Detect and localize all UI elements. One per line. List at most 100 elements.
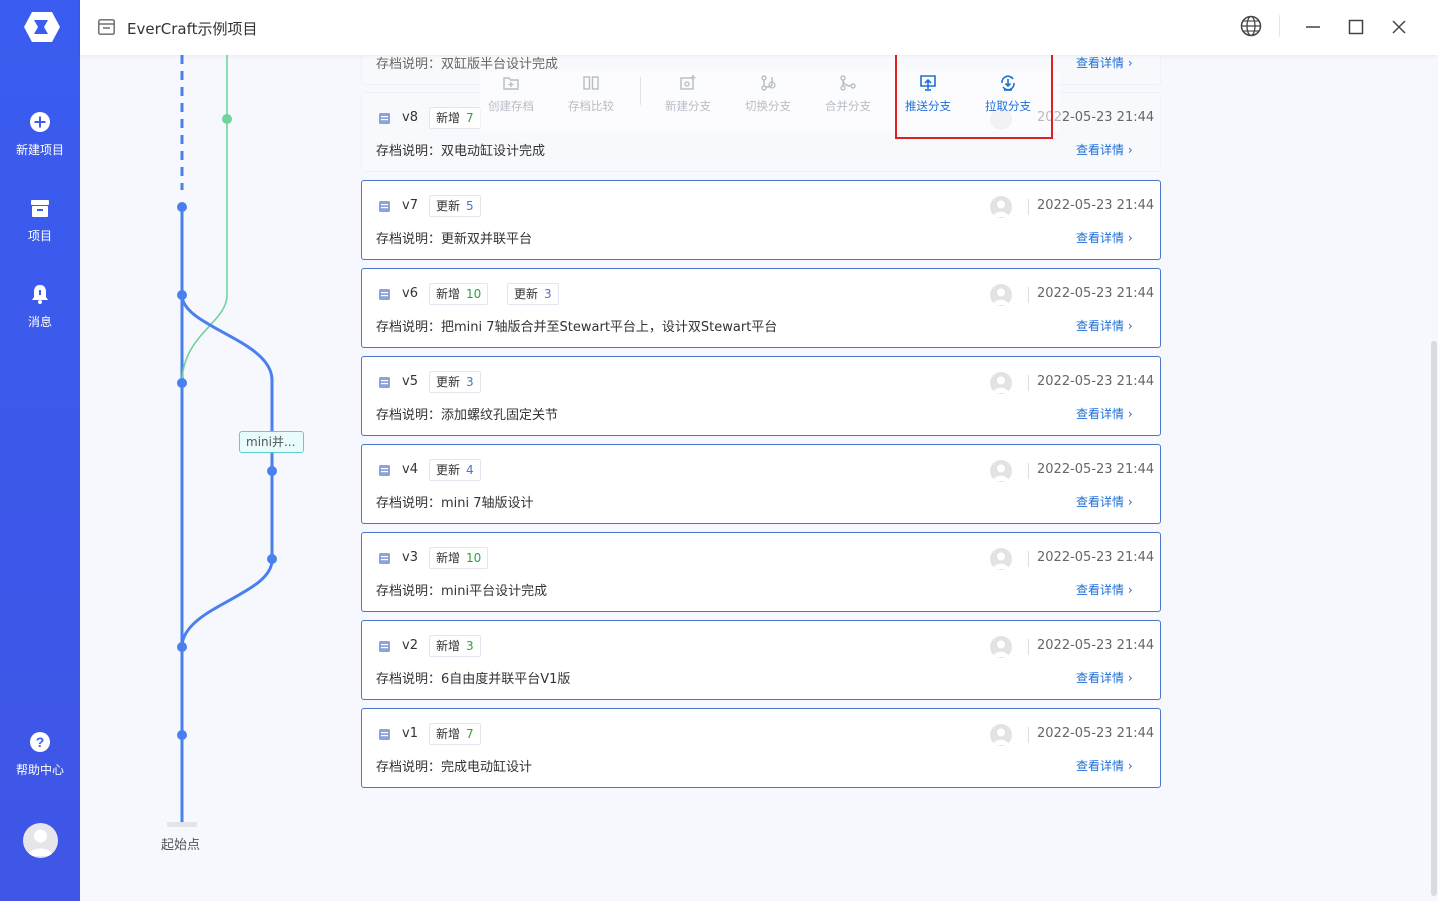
view-details-link[interactable]: 查看详情 › [1076, 581, 1133, 598]
sidebar-item-label: 新建项目 [15, 143, 64, 157]
graph-side-branch [181, 55, 228, 384]
divider [1028, 551, 1029, 567]
tag-updated: 更新 5 [429, 195, 481, 217]
sidebar-item-messages[interactable]: 消息 [0, 283, 80, 330]
sidebar-item-label: 项目 [27, 229, 52, 243]
graph-node [267, 554, 277, 564]
author-avatar [990, 460, 1012, 482]
archive-card-v7[interactable]: v7 更新 5 2022-05-23 21:44 存档说明：更新双并联平台 查看详… [361, 180, 1161, 260]
switch-branch-icon [761, 75, 776, 91]
author-avatar [990, 196, 1012, 218]
view-details-link[interactable]: 查看详情 › [1076, 757, 1133, 774]
folder-plus-icon [503, 77, 519, 90]
svg-text:?: ? [36, 734, 45, 750]
author-avatar [990, 372, 1012, 394]
archive-desc: 存档说明：mini平台设计完成 [376, 584, 548, 599]
view-details-link[interactable]: 查看详情 › [1076, 55, 1133, 71]
archive-desc: 存档说明：双电动缸设计完成 [376, 144, 546, 159]
divider [1028, 199, 1029, 215]
archive-card-v3[interactable]: v3 新增 10 2022-05-23 21:44 存档说明：mini平台设计完成… [361, 532, 1161, 612]
language-globe-icon[interactable] [1238, 14, 1264, 40]
archive-card-v4[interactable]: v4 更新 4 2022-05-23 21:44 存档说明：mini 7轴版设计 … [361, 444, 1161, 524]
window-title: EverCraft示例项目 [127, 20, 258, 38]
tag-updated: 更新 4 [429, 459, 481, 481]
archive-time: 2022-05-23 21:44 [1037, 286, 1155, 301]
author-avatar [990, 636, 1012, 658]
archive-desc: 存档说明：mini 7轴版设计 [376, 496, 534, 511]
switch-branch-button[interactable]: 切换分支 [738, 74, 798, 114]
pull-branch-icon [1001, 75, 1015, 91]
tag-added: 新增 10 [429, 283, 489, 305]
author-avatar [990, 724, 1012, 746]
merge-branch-button[interactable]: 合并分支 [818, 74, 878, 114]
archive-desc: 存档说明：添加螺纹孔固定关节 [376, 408, 559, 423]
archive-card-v6[interactable]: v6 新增 10 更新 3 2022-05-23 21:44 存档说明：把mini … [361, 268, 1161, 348]
new-branch-button[interactable]: 新建分支 [658, 74, 718, 114]
pull-branch-button[interactable]: 拉取分支 [978, 74, 1038, 114]
view-details-link[interactable]: 查看详情 › [1076, 141, 1133, 158]
archive-version: v1 [402, 726, 418, 741]
view-details-link[interactable]: 查看详情 › [1076, 493, 1133, 510]
app-logo-icon[interactable] [20, 10, 60, 44]
view-details-link[interactable]: 查看详情 › [1076, 405, 1133, 422]
archive-version: v7 [402, 198, 418, 213]
archive-box-icon [31, 200, 49, 217]
project-icon [98, 19, 115, 35]
divider [1028, 463, 1029, 479]
graph-start-base [167, 822, 197, 827]
archive-card-v2[interactable]: v2 新增 3 2022-05-23 21:44 存档说明：6自由度并联平台V1版… [361, 620, 1161, 700]
view-details-link[interactable]: 查看详情 › [1076, 317, 1133, 334]
graph-feature-branch [180, 294, 274, 648]
archive-doc-icon [379, 729, 390, 740]
archive-doc-icon [379, 641, 390, 652]
merge-branch-icon [840, 75, 856, 91]
archive-card-v1[interactable]: v1 新增 7 2022-05-23 21:44 存档说明：完成电动缸设计 查看详… [361, 708, 1161, 788]
archive-time: 2022-05-23 21:44 [1037, 638, 1155, 653]
graph-node [267, 466, 277, 476]
graph-node [177, 290, 187, 300]
divider [1028, 287, 1029, 303]
author-avatar [990, 284, 1012, 306]
archive-doc-icon [379, 113, 390, 124]
maximize-icon[interactable] [1343, 14, 1369, 40]
archive-doc-icon [379, 289, 390, 300]
sidebar-item-label: 帮助中心 [15, 763, 64, 777]
view-details-link[interactable]: 查看详情 › [1076, 229, 1133, 246]
archive-card-v5[interactable]: v5 更新 3 2022-05-23 21:44 存档说明：添加螺纹孔固定关节 查… [361, 356, 1161, 436]
author-avatar [990, 548, 1012, 570]
minimize-icon[interactable] [1300, 14, 1326, 40]
archive-version: v4 [402, 462, 418, 477]
archive-time: 2022-05-23 21:44 [1037, 374, 1155, 389]
archive-toolbar: 创建存档 存档比较 新建分支 切换分支 合并分支 推送分支 拉取分支 [480, 71, 1060, 131]
archive-doc-icon [379, 465, 390, 476]
branch-tag[interactable]: mini并... [239, 431, 304, 453]
start-point-label: 起始点 [161, 838, 201, 853]
title-divider [1279, 15, 1280, 37]
archive-doc-icon [379, 377, 390, 388]
scrollbar[interactable] [1431, 341, 1437, 896]
archive-time: 2022-05-23 21:44 [1037, 550, 1155, 565]
graph-node [177, 378, 187, 388]
user-avatar[interactable] [23, 823, 58, 858]
archive-time: 2022-05-23 21:44 [1037, 462, 1155, 477]
create-archive-button[interactable]: 创建存档 [481, 74, 541, 114]
title-bar: EverCraft示例项目 [80, 0, 1438, 55]
archive-version: v2 [402, 638, 418, 653]
archive-desc: 存档说明：把mini 7轴版合并至Stewart平台上，设计双Stewart平台 [376, 320, 778, 335]
push-branch-button[interactable]: 推送分支 [898, 74, 958, 114]
sidebar-item-new-project[interactable]: 新建项目 [0, 111, 80, 158]
close-icon[interactable] [1386, 14, 1412, 40]
view-details-link[interactable]: 查看详情 › [1076, 669, 1133, 686]
branch-graph [167, 55, 277, 827]
compare-archive-button[interactable]: 存档比较 [561, 74, 621, 114]
graph-node [222, 114, 232, 124]
graph-node [177, 202, 187, 212]
plus-circle-icon [30, 112, 50, 132]
sidebar-item-help[interactable]: ? 帮助中心 [0, 731, 80, 778]
archive-desc: 存档说明：双缸版半台设计完成 [376, 57, 559, 72]
tag-updated: 更新 3 [507, 283, 559, 305]
bell-icon [32, 285, 48, 304]
archive-version: v6 [402, 286, 418, 301]
sidebar-item-projects[interactable]: 项目 [0, 197, 80, 244]
push-branch-icon [920, 75, 936, 91]
